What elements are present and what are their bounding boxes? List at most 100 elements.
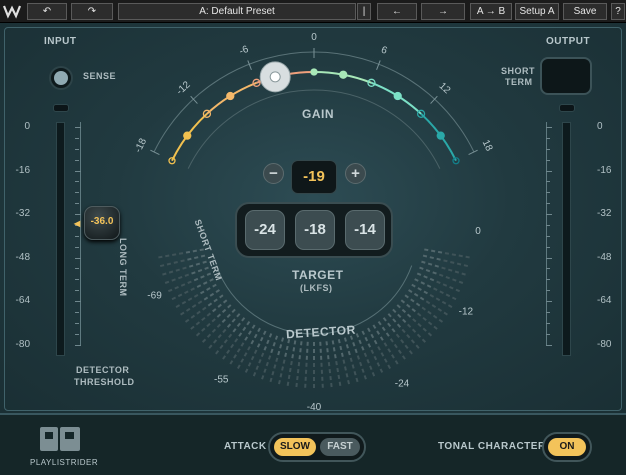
product-name: PLAYLISTRIDER	[30, 458, 99, 467]
tonal-character-on-button[interactable]: ON	[548, 438, 586, 456]
output-scale-tick-mark	[546, 279, 550, 281]
input-scale-tick-label: 0	[24, 121, 30, 132]
detector-threshold-label-2: THRESHOLD	[74, 377, 135, 387]
next-preset-button[interactable]: →	[421, 3, 465, 20]
input-scale-tick-mark	[75, 235, 79, 237]
toolbar: ↶ ↷ A: Default Preset |▼ ← → A → B Setup…	[0, 0, 626, 32]
output-scale-tick-mark	[546, 322, 550, 324]
output-scale-tick-mark	[546, 224, 550, 226]
detector-threshold-value: -36.0	[90, 216, 114, 227]
input-clip-indicator[interactable]	[53, 104, 69, 112]
input-scale-tick-mark	[75, 279, 79, 281]
target-option-18[interactable]: -18	[295, 210, 335, 250]
input-scale-tick-mark	[75, 301, 81, 302]
redo-button[interactable]: ↷	[71, 3, 113, 20]
output-scale-tick-mark	[546, 246, 550, 248]
input-scale-tick-mark	[75, 344, 81, 346]
undo-button[interactable]: ↶	[27, 3, 67, 20]
output-scale-tick-label: -32	[597, 208, 612, 219]
output-scale-tick-mark	[546, 192, 550, 194]
input-scale-tick-mark	[75, 170, 81, 172]
output-scale-tick-mark	[546, 235, 550, 237]
target-option-14[interactable]: -14	[345, 210, 385, 250]
sense-button[interactable]	[49, 66, 73, 90]
output-scale-tick-mark	[546, 344, 552, 346]
input-scale-tick-mark	[75, 137, 79, 139]
input-scale-tick-mark	[75, 333, 79, 335]
input-title: INPUT	[44, 36, 77, 47]
input-scale-tick-label: -64	[15, 295, 30, 306]
gain-increase-button[interactable]: +	[345, 163, 366, 184]
input-scale-tick-label: -80	[15, 338, 30, 350]
input-scale-tick-mark	[75, 214, 81, 215]
input-scale-line	[80, 122, 81, 346]
gain-label: GAIN	[302, 107, 334, 121]
input-scale-tick-label: -16	[15, 164, 30, 176]
output-scale-tick-mark	[546, 257, 552, 259]
target-option-24[interactable]: -24	[245, 210, 285, 250]
output-scale-tick-mark	[546, 170, 552, 172]
input-scale-tick-mark	[75, 203, 79, 205]
attack-fast-button[interactable]: FAST	[320, 438, 360, 456]
input-scale-tick-mark	[75, 311, 79, 313]
menu-button[interactable]: ?	[611, 3, 625, 20]
output-scale-tick-mark	[546, 301, 552, 302]
target-label: TARGET	[292, 268, 344, 282]
input-scale-tick-mark	[75, 290, 79, 292]
short-term-label-2: TERM	[505, 77, 533, 87]
output-scale-tick-label: -48	[597, 251, 612, 263]
output-scale-tick-mark	[546, 290, 550, 292]
waves-logo-icon	[2, 1, 22, 21]
output-scale-tick-label: -80	[597, 338, 612, 350]
save-button[interactable]: Save	[563, 3, 607, 20]
output-scale-tick-mark	[546, 333, 550, 335]
output-scale-tick-mark	[546, 181, 550, 183]
preset-menu-button[interactable]: |▼	[357, 3, 371, 32]
target-unit: (LKFS)	[300, 283, 333, 293]
ab-compare-button[interactable]: A → B	[470, 3, 512, 20]
output-scale-tick-label: 0	[597, 121, 603, 132]
attack-slow-button[interactable]: SLOW	[274, 438, 316, 456]
output-scale-tick-mark	[546, 159, 550, 161]
output-clip-indicator[interactable]	[559, 104, 575, 112]
output-title: OUTPUT	[546, 36, 591, 47]
setup-button[interactable]: Setup A	[515, 3, 559, 20]
output-scale-tick-label: -16	[597, 164, 612, 176]
input-scale-tick-mark	[75, 246, 79, 248]
output-scale-tick-mark	[546, 203, 550, 205]
output-meter	[562, 122, 571, 356]
output-scale-tick-mark	[546, 311, 550, 313]
output-scale-tick-label: -64	[597, 295, 612, 306]
output-scale-tick-mark	[546, 148, 550, 150]
tonal-character-toggle: ON	[542, 432, 592, 462]
input-meter	[56, 122, 65, 356]
detector-threshold-label-1: DETECTOR	[76, 365, 130, 375]
input-scale-tick-mark	[75, 148, 79, 150]
attack-toggle: SLOW FAST	[268, 432, 366, 462]
previous-preset-button[interactable]: ←	[377, 3, 417, 20]
playlistrider-logo-icon	[38, 424, 84, 454]
input-scale-tick-mark	[75, 127, 81, 128]
output-scale-tick-mark	[546, 214, 552, 215]
input-scale-tick-label: -32	[15, 208, 30, 219]
gain-value[interactable]: -19	[291, 160, 337, 194]
input-scale-tick-mark	[75, 257, 81, 259]
input-scale-tick-mark	[75, 322, 79, 324]
input-scale-tick-mark	[75, 268, 79, 270]
attack-label: ATTACK	[224, 441, 267, 452]
output-scale-tick-mark	[546, 127, 552, 128]
long-term-label: LONG TERM	[118, 238, 128, 297]
output-scale-tick-mark	[546, 137, 550, 139]
input-scale-tick-mark	[75, 181, 79, 183]
sense-label: SENSE	[83, 71, 117, 81]
threshold-marker-icon: ◀	[74, 219, 81, 228]
preset-name-field[interactable]: A: Default Preset	[118, 3, 356, 20]
input-scale-tick-mark	[75, 159, 79, 161]
output-scale-tick-mark	[546, 268, 550, 270]
short-term-label-1: SHORT	[501, 66, 535, 76]
gain-decrease-button[interactable]: −	[263, 163, 284, 184]
tonal-character-label: TONAL CHARACTER	[438, 441, 546, 452]
short-term-button[interactable]	[540, 57, 592, 95]
input-scale-tick-mark	[75, 192, 79, 194]
input-scale-tick-label: -48	[15, 251, 30, 263]
